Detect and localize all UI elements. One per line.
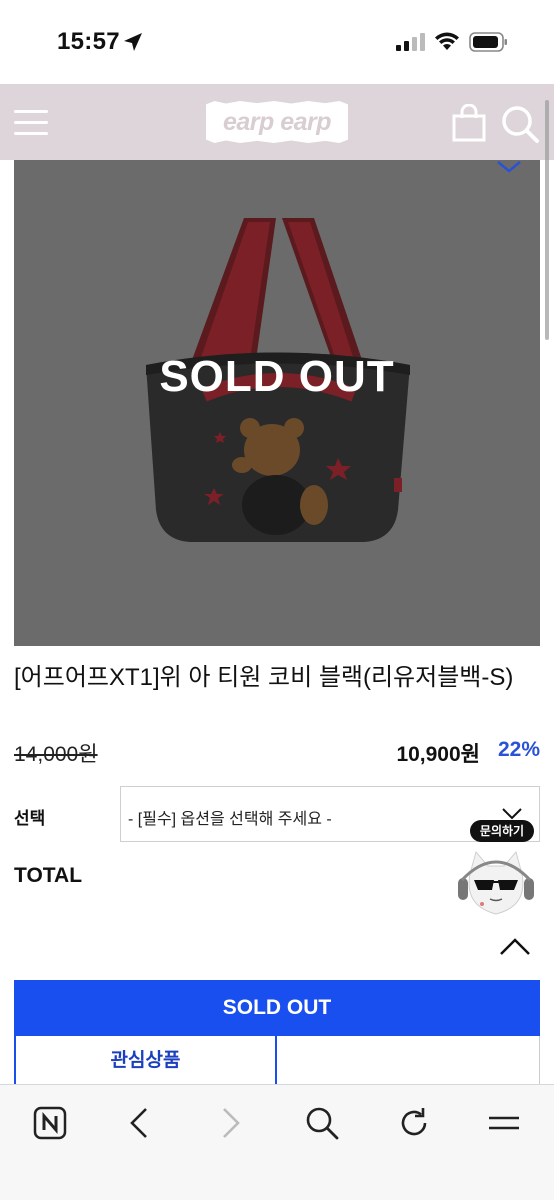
tote-bag-image <box>146 218 410 542</box>
sale-price: 10,900원 <box>396 743 480 766</box>
cell-signal-icon <box>396 33 425 51</box>
menu-icon-line <box>14 132 48 135</box>
page-scrollbar[interactable] <box>545 100 549 340</box>
forward-chevron-icon[interactable] <box>212 1105 248 1141</box>
menu-button[interactable] <box>14 108 48 136</box>
status-time: 15:57 <box>57 28 120 55</box>
original-price: 14,000원 <box>14 743 98 766</box>
sold-out-button[interactable]: SOLD OUT <box>14 980 540 1036</box>
chat-inquiry-widget[interactable]: 문의하기 <box>450 820 540 924</box>
chat-inquiry-label: 문의하기 <box>470 820 534 842</box>
total-label: TOTAL <box>14 864 83 887</box>
search-icon[interactable] <box>500 104 540 144</box>
secondary-action-button[interactable] <box>277 1036 540 1086</box>
wifi-icon <box>435 32 459 50</box>
location-arrow-icon <box>124 33 142 51</box>
search-icon[interactable] <box>304 1105 340 1141</box>
option-label: 선택 <box>14 809 46 828</box>
back-chevron-icon[interactable] <box>122 1105 158 1141</box>
brand-logo-text: earp earp <box>222 108 332 136</box>
sold-out-overlay: SOLD OUT <box>159 352 395 401</box>
site-header: earp earp <box>0 84 554 160</box>
scroll-to-top-icon[interactable] <box>498 934 532 958</box>
shopping-bag-icon[interactable] <box>452 104 486 142</box>
menu-icon-line <box>14 121 48 124</box>
status-bar: 15:57 <box>0 0 554 84</box>
product-name: [어프어프XT1]위 아 티원 코비 블랙(리유저블백-S) <box>14 664 514 691</box>
option-select-value: - [필수] 옵션을 선택해 주세요 - <box>128 811 332 828</box>
menu-icon <box>14 110 48 113</box>
chevron-down-icon[interactable] <box>496 160 522 174</box>
menu-icon[interactable] <box>486 1105 522 1141</box>
battery-icon <box>469 32 507 52</box>
discount-rate: 22% <box>497 738 540 761</box>
product-image-carousel[interactable]: SOLD OUT <box>14 160 540 646</box>
refresh-icon[interactable] <box>396 1105 432 1141</box>
browser-toolbar <box>0 1084 554 1200</box>
naver-n-icon[interactable] <box>32 1105 68 1141</box>
wishlist-button[interactable]: 관심상품 <box>14 1036 277 1086</box>
cat-mascot-headphones-icon <box>458 850 534 915</box>
chevron-down-icon <box>502 808 522 820</box>
